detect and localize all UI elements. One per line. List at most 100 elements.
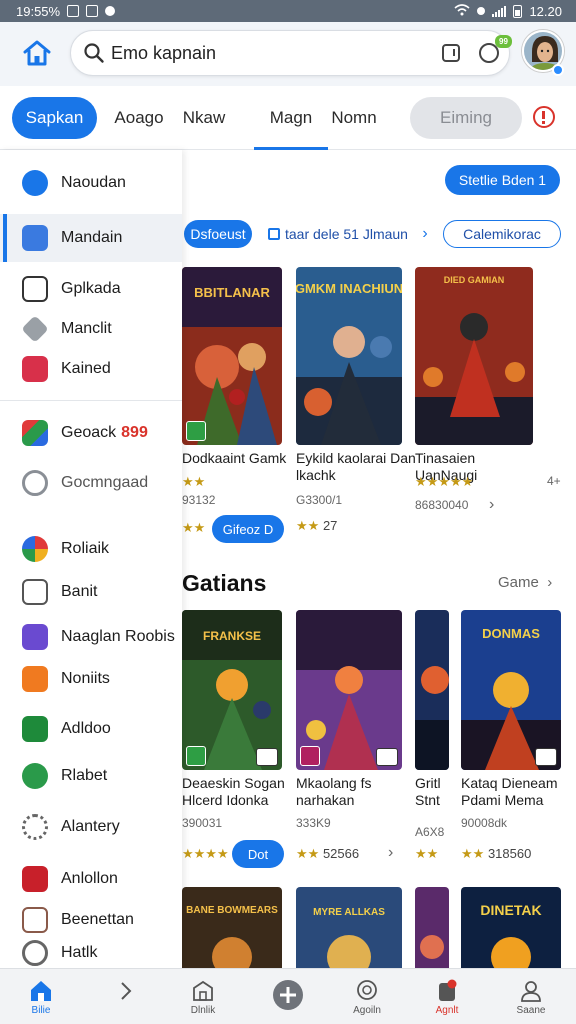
tab-magn[interactable]: Magn <box>254 86 328 150</box>
search-bar[interactable]: 99 <box>70 30 512 76</box>
rating-box-icon <box>376 748 398 766</box>
game-cover[interactable]: DIED GAMIAN <box>415 267 533 445</box>
drawer-divider <box>0 400 182 401</box>
drawer-item-noniits[interactable]: Noniits <box>0 658 182 700</box>
section-more-link[interactable]: Game › <box>498 574 552 591</box>
drawer-item-label: Gocmngaad <box>61 474 149 491</box>
game-action-button[interactable]: Dot <box>232 840 284 868</box>
nav-store-label: Dlnlik <box>190 1005 216 1016</box>
game-cover[interactable]: BANE BOWMEARS <box>182 887 282 968</box>
drawer-item-adldoo[interactable]: Adldoo <box>0 708 182 750</box>
section-more-label: Game <box>498 574 539 591</box>
rating-box-icon <box>535 748 557 766</box>
drawer-item-label: Mandain <box>61 229 123 246</box>
scan-icon[interactable] <box>442 44 460 62</box>
filter-chip-blue[interactable]: Dsfoeust <box>184 220 252 248</box>
drawer-item-rlabet[interactable]: Rlabet <box>0 755 182 797</box>
sync-icon <box>477 7 486 15</box>
app-badge-icon <box>300 746 320 766</box>
drawer-item-naaglan-roobis[interactable]: Naaglan Roobis <box>0 616 182 658</box>
nav-notifications[interactable]: Agnlt <box>412 969 482 1024</box>
game-meta: A6X8 <box>415 825 445 839</box>
nav-profile-label: Saane <box>516 1005 546 1016</box>
profile-icon <box>519 979 543 1003</box>
game-cover[interactable] <box>415 887 449 968</box>
game-meta: 86830040 <box>415 498 469 512</box>
drawer-item-manclit[interactable]: Manclit <box>0 308 182 350</box>
game-meta: 390031 <box>182 816 223 830</box>
game-action-button[interactable]: Gifeoz D <box>212 515 284 543</box>
drawer-item-geoack[interactable]: Geoack 899 <box>0 412 182 454</box>
grid-box-icon <box>22 579 48 605</box>
tab-nomn[interactable]: Nomn <box>330 86 378 150</box>
game-cover[interactable]: DONMAS <box>461 610 561 770</box>
game-cover[interactable]: GMKM INACHIUN <box>296 267 402 445</box>
game-title: Kataq Dieneam Pdami Mema <box>461 775 558 808</box>
promo-button[interactable]: Stetlie Bden 1 <box>445 165 560 195</box>
main-content: Stetlie Bden 1 Dsfoeust taar dele 51 Jlm… <box>182 150 576 968</box>
nav-store[interactable]: Dlnlik <box>168 969 238 1024</box>
chevron-right-icon[interactable]: › <box>388 844 393 862</box>
drawer-item-badge: 899 <box>121 424 148 441</box>
game-rating: ★★ 318560 <box>461 846 531 862</box>
drawer-item-roliaik[interactable]: Roliaik <box>0 528 182 570</box>
tab-eiming[interactable]: Eiming <box>410 97 522 139</box>
grey-ring-icon <box>22 470 48 496</box>
grey-gear-icon <box>22 814 48 840</box>
game-cover[interactable] <box>415 610 449 770</box>
drawer-item-label: Banit <box>61 583 98 600</box>
drawer-item-gocmngaad[interactable]: Gocmngaad <box>0 462 182 504</box>
home-button[interactable] <box>18 34 56 72</box>
drawer-item-label: Kained <box>61 360 111 377</box>
drawer-item-alantery[interactable]: Alantery <box>0 806 182 848</box>
chevron-right-icon[interactable]: › <box>418 220 432 248</box>
nav-chat[interactable]: Agoiln <box>332 969 402 1024</box>
tab-sapkan[interactable]: Sapkan <box>12 97 97 139</box>
search-input[interactable] <box>111 39 391 67</box>
nav-add[interactable] <box>253 969 323 1024</box>
game-cover[interactable]: DINETAK <box>461 887 561 968</box>
nav-notifications-label: Agnlt <box>435 1005 459 1016</box>
game-stars: ★★ <box>296 846 320 861</box>
game-rating-value: 52566 <box>322 846 360 861</box>
drawer-item-label: Alantery <box>61 818 120 835</box>
alert-icon[interactable] <box>533 106 555 128</box>
game-rating-value: 318560 <box>487 846 532 861</box>
filter-chip-outline[interactable]: Calemikorac <box>443 220 561 248</box>
drawer-item-label: Beenettan <box>61 911 134 928</box>
nav-profile[interactable]: Saane <box>496 969 566 1024</box>
game-cover[interactable] <box>296 610 402 770</box>
filter-chip-link[interactable]: taar dele 51 Jlmaun <box>268 220 428 248</box>
drawer-item-label: Noniits <box>61 670 110 687</box>
game-title: Eykild kaolarai Dan lkachk <box>296 450 416 483</box>
game-stars: ★★★★ <box>182 846 229 861</box>
game-meta: 333K9 <box>296 816 331 830</box>
nav-home[interactable]: Bilie <box>6 969 76 1024</box>
drawer-item-gplkada[interactable]: Gplkada <box>0 268 182 310</box>
filter-chip-link-label: taar dele 51 Jlmaun <box>285 226 408 242</box>
cover-title: DIED GAMIAN <box>444 275 505 285</box>
game-cover[interactable]: BBITLANAR <box>182 267 282 445</box>
drawer-item-mandain[interactable]: Mandain <box>0 214 182 262</box>
tab-nkaw[interactable]: Nkaw <box>182 86 226 150</box>
chevron-right-icon[interactable]: › <box>489 496 494 514</box>
bottom-navigation: Bilie Dlnlik Agoiln Agnlt Saane <box>0 968 576 1024</box>
drawer-item-kained[interactable]: Kained <box>0 348 182 390</box>
drawer-item-naoudan[interactable]: Naoudan <box>0 162 182 204</box>
cover-title: BBITLANAR <box>194 285 270 300</box>
wifi-icon <box>454 3 470 19</box>
nav-forward[interactable] <box>90 969 160 1024</box>
chevron-right-icon: › <box>543 574 553 591</box>
purple-diamond-icon <box>22 624 48 650</box>
drawer-item-hatlk[interactable]: Hatlk <box>0 938 182 968</box>
drawer-item-label: Rlabet <box>61 767 108 784</box>
drawer-item-anlollon[interactable]: Anlollon <box>0 858 182 900</box>
drawer-item-label: Naoudan <box>61 174 126 191</box>
search-icon <box>83 42 105 69</box>
drawer-item-banit[interactable]: Banit <box>0 571 182 613</box>
game-cover[interactable]: FRANKSE <box>182 610 282 770</box>
game-cover[interactable]: MYRE ALLKAS <box>296 887 402 968</box>
drawer-item-beenettan[interactable]: Beenettan <box>0 899 182 941</box>
tab-aoago[interactable]: Aoago <box>110 86 168 150</box>
cover-title: DONMAS <box>482 626 540 641</box>
